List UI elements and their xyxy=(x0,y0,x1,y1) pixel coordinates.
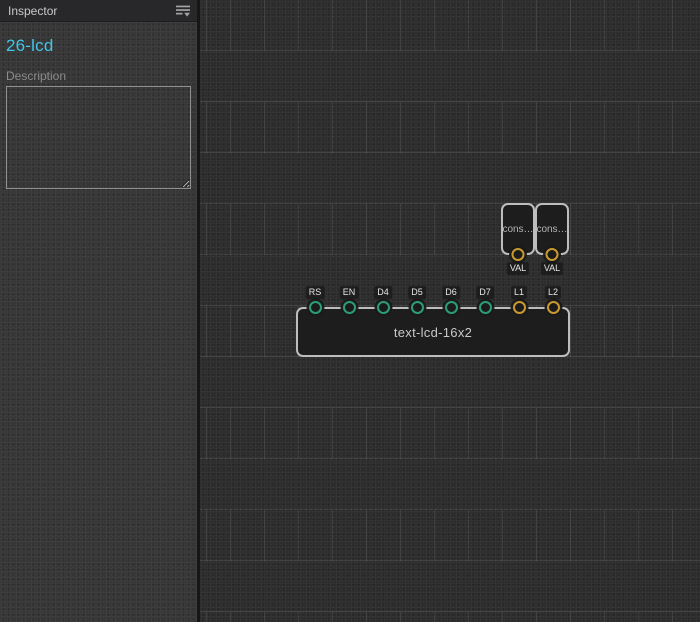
description-label: Description xyxy=(6,69,67,83)
port-lcd-en[interactable] xyxy=(342,301,356,314)
port-lcd-rs-label: RS xyxy=(305,286,325,299)
port-lcd-d5-label: D5 xyxy=(408,286,426,299)
port-const-2-val-label: VAL xyxy=(540,262,564,275)
port-const-1-val[interactable] xyxy=(511,248,525,261)
inspector-body: 26-lcd Description xyxy=(0,36,197,194)
port-lcd-d6[interactable] xyxy=(444,301,458,314)
port-lcd-l2[interactable] xyxy=(546,301,560,314)
description-textarea[interactable] xyxy=(6,86,191,189)
port-lcd-l1[interactable] xyxy=(512,301,526,314)
inspector-header: Inspector xyxy=(0,0,197,22)
inspector-title: Inspector xyxy=(8,3,58,18)
filter-menu-icon xyxy=(176,5,190,17)
node-text-lcd-16x2[interactable]: text-lcd-16x2 RS EN D4 D5 D6 D7 L1 L2 xyxy=(296,286,570,357)
port-const-1-val-label: VAL xyxy=(506,262,530,275)
port-lcd-l1-label: L1 xyxy=(510,286,528,299)
inspector-panel: Inspector 26-lcd Description xyxy=(0,0,200,622)
port-lcd-d6-label: D6 xyxy=(442,286,460,299)
port-const-2-val[interactable] xyxy=(545,248,559,261)
port-lcd-d7-label: D7 xyxy=(476,286,494,299)
node-const-1[interactable]: cons… VAL xyxy=(501,203,535,275)
node-lcd-label: text-lcd-16x2 xyxy=(393,324,473,340)
port-lcd-en-label: EN xyxy=(339,286,359,299)
node-const-1-label: cons… xyxy=(502,223,534,235)
port-lcd-d5[interactable] xyxy=(410,301,424,314)
node-const-2[interactable]: cons… VAL xyxy=(535,203,569,275)
node-const-2-label: cons… xyxy=(536,223,568,235)
selected-part-name[interactable]: 26-lcd xyxy=(6,36,191,56)
port-lcd-d4[interactable] xyxy=(376,301,390,314)
port-lcd-l2-label: L2 xyxy=(544,286,562,299)
diagram-canvas[interactable]: cons… VAL cons… VAL text-lcd-16x2 RS EN … xyxy=(200,0,700,622)
port-lcd-rs[interactable] xyxy=(308,301,322,314)
inspector-menu-button[interactable] xyxy=(174,2,192,20)
port-lcd-d7[interactable] xyxy=(478,301,492,314)
app-window: Inspector 26-lcd Description cons… VAL c… xyxy=(0,0,700,622)
port-lcd-d4-label: D4 xyxy=(374,286,392,299)
